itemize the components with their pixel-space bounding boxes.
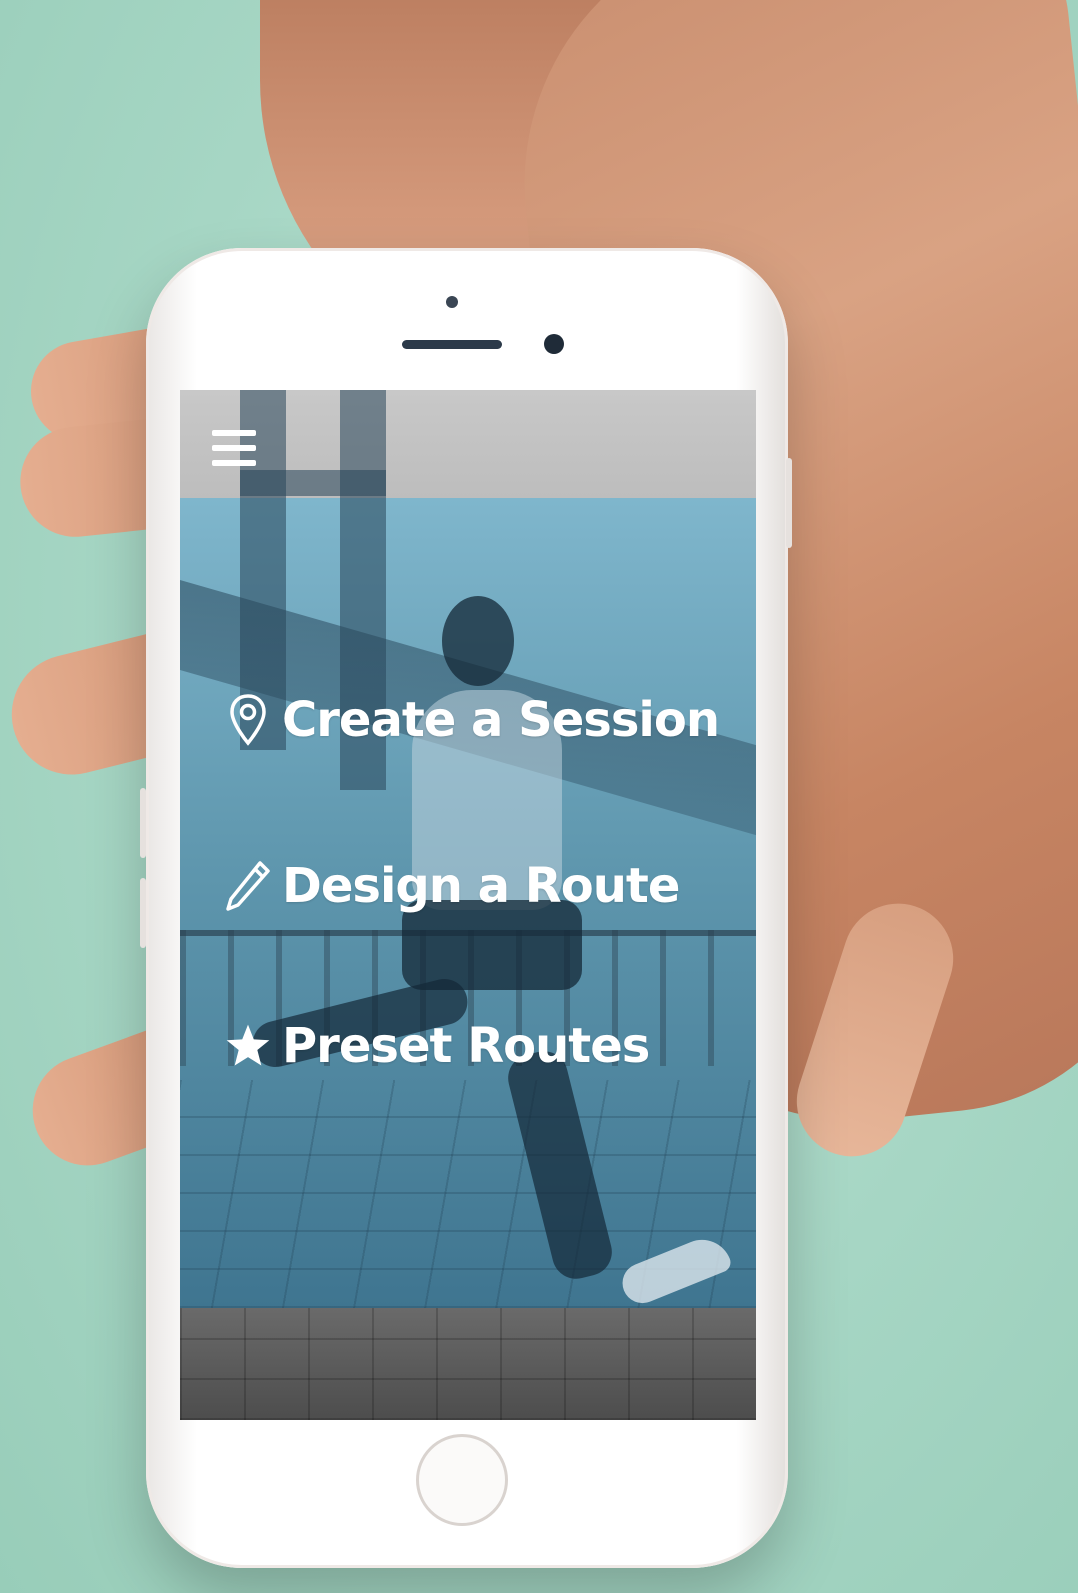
front-camera (544, 334, 564, 354)
bridge-tower (240, 470, 386, 496)
preset-routes-button[interactable]: Preset Routes (224, 1018, 650, 1074)
proximity-sensor (446, 296, 458, 308)
photo-pavement (180, 1308, 756, 1420)
preset-routes-label: Preset Routes (282, 1018, 650, 1074)
runner-head (442, 596, 514, 686)
home-button[interactable] (416, 1434, 508, 1526)
volume-button (140, 878, 146, 948)
earpiece-speaker (402, 340, 502, 349)
star-icon (224, 1019, 272, 1073)
design-route-button[interactable]: Design a Route (224, 858, 680, 914)
create-session-label: Create a Session (282, 692, 720, 748)
phone-device: Create a Session Design a Route Preset R… (140, 248, 792, 1568)
design-route-label: Design a Route (282, 858, 680, 914)
pencil-icon (224, 859, 272, 913)
create-session-button[interactable]: Create a Session (224, 692, 720, 748)
volume-button (140, 788, 146, 858)
hamburger-menu-icon[interactable] (212, 430, 256, 466)
app-screen: Create a Session Design a Route Preset R… (180, 390, 756, 1420)
power-button (786, 458, 792, 548)
map-pin-icon (224, 693, 272, 747)
